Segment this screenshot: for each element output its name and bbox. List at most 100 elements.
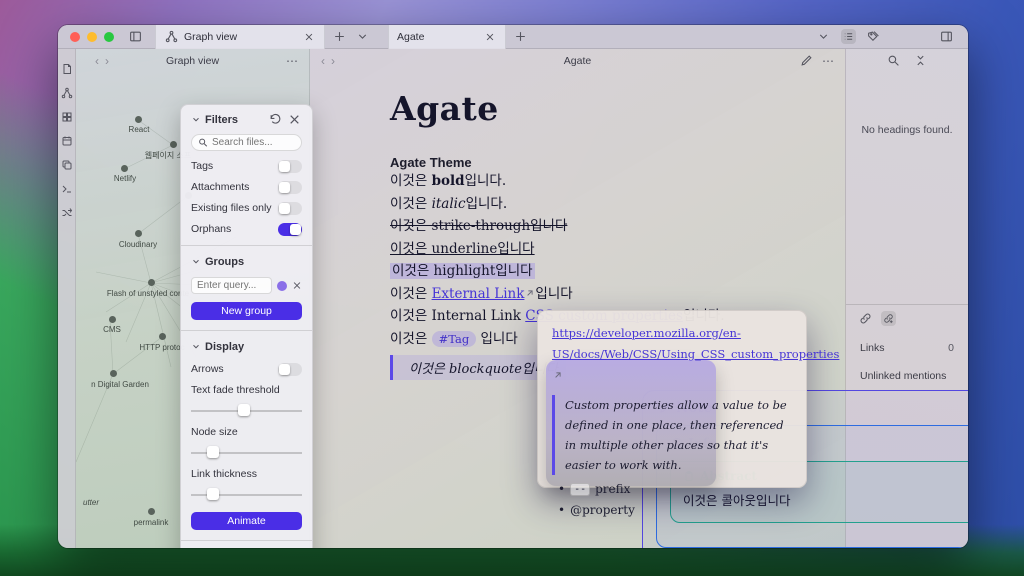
toggle-label: Existing files only [191, 202, 272, 214]
edit-mode-pencil-icon[interactable] [799, 53, 814, 68]
tab-group-chevron-icon[interactable] [816, 29, 831, 44]
random-note-icon[interactable] [59, 205, 74, 220]
search-files-input-wrap [191, 134, 302, 151]
tab-label: Agate [397, 30, 425, 43]
new-group-button[interactable]: New group [191, 302, 302, 320]
minimize-window-button[interactable] [87, 31, 97, 42]
tags-toggle[interactable] [278, 159, 302, 173]
tab-agate[interactable]: Agate [388, 25, 506, 49]
collapse-section-chevron-icon[interactable] [191, 339, 201, 354]
popup-list-item: • -- prefix [558, 482, 631, 497]
external-link[interactable]: External Link [432, 286, 525, 302]
graph-node[interactable] [148, 508, 155, 515]
graph-node[interactable] [110, 370, 117, 377]
external-link-icon [553, 371, 562, 380]
toggle-label: Arrows [191, 363, 224, 375]
graph-node[interactable] [121, 165, 128, 172]
templates-copy-icon[interactable] [59, 157, 74, 172]
graph-node[interactable] [135, 116, 142, 123]
collapse-section-chevron-icon[interactable] [191, 254, 201, 269]
forward-icon[interactable]: › [328, 55, 338, 67]
tags-view-icon[interactable] [866, 29, 881, 44]
existing-files-toggle[interactable] [278, 201, 302, 215]
graph-node-label: HTTP protoc [139, 343, 185, 352]
link-thickness-slider[interactable] [191, 488, 302, 501]
graph-node[interactable] [170, 141, 177, 148]
daily-note-calendar-icon[interactable] [59, 133, 74, 148]
arrows-toggle[interactable] [278, 362, 302, 376]
graph-node-label: Flash of unstyled conte [106, 289, 190, 298]
tab-label: Graph view [184, 30, 238, 43]
filters-title: Filters [205, 113, 239, 126]
left-sidebar-toggle-icon[interactable] [128, 29, 143, 44]
document-title: Agate [390, 89, 499, 128]
tag-pill[interactable]: #Tag [431, 330, 477, 347]
backlinks-icon[interactable] [858, 311, 873, 326]
graph-node[interactable] [148, 279, 155, 286]
back-icon[interactable]: ‹ [92, 55, 102, 67]
popup-blockquote: Custom properties allow a value to be de… [552, 394, 792, 476]
toggle-label: Orphans [191, 223, 232, 235]
graph-view-icon[interactable] [59, 85, 74, 100]
slider-thumb[interactable] [238, 404, 251, 416]
section-heading: Agate Theme [390, 155, 472, 170]
canvas-icon[interactable] [59, 109, 74, 124]
graph-node-label: CMS [103, 325, 121, 334]
search-icon[interactable] [886, 53, 901, 68]
animate-button[interactable]: Animate [191, 512, 302, 530]
text-line: 이것은 bold입니다. [390, 173, 507, 189]
group-query-input[interactable] [197, 280, 266, 291]
group-color-swatch[interactable] [277, 280, 287, 291]
search-icon [198, 135, 208, 150]
node-size-slider[interactable] [191, 446, 302, 459]
graph-node-label: permalink [133, 518, 169, 527]
back-icon[interactable]: ‹ [318, 55, 328, 67]
new-tab-icon[interactable] [332, 29, 347, 44]
outline-view-icon[interactable] [841, 29, 856, 44]
close-window-button[interactable] [70, 31, 80, 42]
text-line: 이것은 italic입니다. [390, 195, 508, 212]
inline-code: -- [570, 482, 591, 496]
collapse-section-chevron-icon[interactable] [191, 112, 201, 127]
close-tab-icon[interactable] [482, 29, 497, 44]
text-line: 이것은 strike-through입니다 [390, 218, 568, 234]
slider-thumb[interactable] [207, 446, 220, 458]
note-pane-header: ‹ › Agate ⋯ [310, 49, 845, 72]
tab-graph-view[interactable]: Graph view [155, 25, 325, 49]
titlebar: Graph view Agate [58, 25, 968, 49]
links-label: Links [860, 342, 885, 354]
attachments-toggle[interactable] [278, 180, 302, 194]
remove-group-icon[interactable] [292, 278, 302, 293]
text-fade-slider[interactable] [191, 404, 302, 417]
text-line: 이것은 underline입니다 [390, 240, 535, 257]
quick-switcher-icon[interactable] [59, 61, 74, 76]
ribbon [58, 49, 76, 548]
more-options-icon[interactable]: ⋯ [822, 54, 835, 68]
tab-list-chevron-icon[interactable] [355, 29, 370, 44]
graph-node[interactable] [109, 316, 116, 323]
terminal-icon[interactable] [59, 181, 74, 196]
graph-node[interactable] [159, 333, 166, 340]
orphans-toggle[interactable] [278, 222, 302, 236]
slider-label: Link thickness [191, 468, 257, 480]
more-options-icon[interactable]: ⋯ [286, 54, 299, 68]
popup-url-link[interactable]: https://developer.mozilla.org/en- US/doc… [552, 323, 839, 387]
unlinked-mentions-row[interactable]: Unlinked mentions [846, 370, 968, 382]
search-files-input[interactable] [212, 137, 295, 148]
slider-label: Text fade threshold [191, 384, 280, 396]
close-panel-icon[interactable] [287, 112, 302, 127]
slider-thumb[interactable] [207, 488, 220, 500]
outgoing-links-icon[interactable] [881, 311, 896, 326]
collapse-all-icon[interactable] [913, 53, 928, 68]
close-tab-icon[interactable] [301, 29, 316, 44]
right-sidebar-toggle-icon[interactable] [939, 29, 954, 44]
graph-node[interactable] [135, 230, 142, 237]
outline-empty-text: No headings found. [861, 124, 953, 136]
restore-defaults-icon[interactable] [268, 112, 283, 127]
zoom-window-button[interactable] [104, 31, 114, 42]
unlinked-mentions-label: Unlinked mentions [860, 370, 947, 382]
links-section-row[interactable]: Links 0 [846, 342, 968, 354]
graph-node-label: utter [82, 498, 100, 507]
new-tab-icon[interactable] [513, 29, 528, 44]
forward-icon[interactable]: › [102, 55, 112, 67]
